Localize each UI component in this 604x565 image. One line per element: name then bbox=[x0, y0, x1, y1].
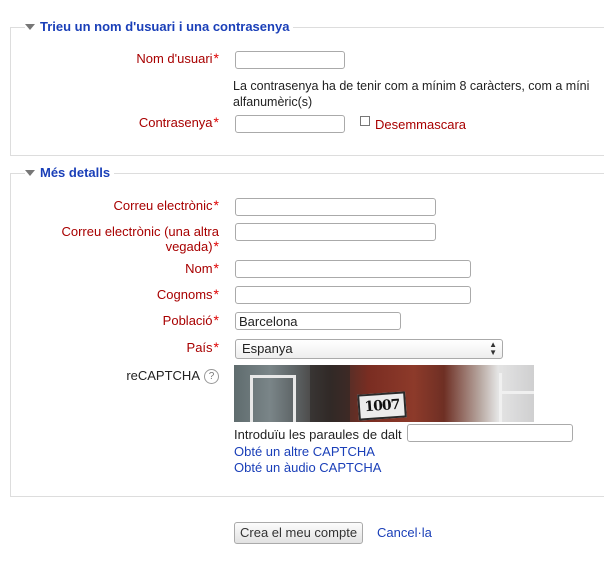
captcha-input[interactable] bbox=[407, 424, 573, 442]
legend-login-text: Trieu un nom d'usuari i una contrasenya bbox=[40, 19, 290, 34]
lastname-label-text: Cognoms bbox=[156, 287, 213, 302]
audio-captcha-link[interactable]: Obté un àudio CAPTCHA bbox=[234, 460, 381, 475]
country-select[interactable]: Espanya ▲ ▼ bbox=[235, 339, 503, 359]
create-account-button[interactable]: Crea el meu compte bbox=[234, 522, 364, 544]
password-label-text: Contrasenya bbox=[138, 115, 213, 130]
lastname-label: Cognoms* bbox=[156, 286, 219, 303]
email2-input[interactable] bbox=[235, 223, 436, 241]
password-policy-line1: La contrasenya ha de tenir com a mínim 8… bbox=[233, 79, 590, 93]
recaptcha-label-text: reCAPTCHA bbox=[126, 368, 200, 383]
password-policy-line2: alfanumèric(s) bbox=[233, 95, 313, 109]
help-icon[interactable]: ? bbox=[204, 369, 219, 385]
cancel-link[interactable]: Cancel·la bbox=[377, 525, 432, 540]
password-policy-note: La contrasenya ha de tenir com a mínim 8… bbox=[233, 78, 589, 110]
country-label-text: País bbox=[186, 340, 213, 355]
select-updown-arrows-icon: ▲ ▼ bbox=[489, 340, 497, 357]
lastname-input[interactable] bbox=[235, 286, 471, 304]
email-input[interactable] bbox=[235, 198, 436, 216]
captcha-shadow-shape bbox=[310, 365, 350, 422]
captcha-window-shape bbox=[499, 373, 534, 422]
firstname-label: Nom* bbox=[185, 260, 219, 277]
required-star-icon: * bbox=[213, 50, 219, 66]
country-label: País* bbox=[186, 339, 219, 356]
required-star-icon: * bbox=[213, 286, 219, 302]
required-star-icon: * bbox=[213, 114, 219, 130]
recaptcha-label: reCAPTCHA? bbox=[126, 368, 219, 385]
required-star-icon: * bbox=[213, 339, 219, 355]
firstname-label-text: Nom bbox=[185, 261, 213, 276]
email-label: Correu electrònic* bbox=[113, 197, 219, 214]
city-label-text: Població bbox=[162, 313, 213, 328]
email2-label-line1: Correu electrònic (una altra bbox=[61, 224, 219, 239]
email-label-text: Correu electrònic bbox=[113, 198, 213, 213]
required-star-icon: * bbox=[213, 260, 219, 276]
legend-details[interactable]: Més detalls bbox=[25, 165, 115, 181]
captcha-window-shape bbox=[250, 375, 296, 422]
email2-label-line2: vegada) bbox=[165, 239, 213, 254]
collapse-triangle-icon[interactable] bbox=[25, 24, 35, 30]
password-input[interactable] bbox=[235, 115, 345, 133]
unmask-label[interactable]: Desemmascara bbox=[375, 117, 466, 132]
legend-login[interactable]: Trieu un nom d'usuari i una contrasenya bbox=[25, 19, 294, 35]
password-label: Contrasenya* bbox=[138, 114, 219, 131]
username-label-text: Nom d'usuari bbox=[136, 51, 213, 66]
required-star-icon: * bbox=[213, 197, 219, 213]
username-label: Nom d'usuari* bbox=[136, 50, 219, 67]
captcha-number-plate: 1007 bbox=[357, 391, 407, 421]
username-input[interactable] bbox=[235, 51, 345, 69]
city-input[interactable] bbox=[235, 312, 401, 330]
country-select-value: Espanya bbox=[242, 341, 293, 356]
unmask-checkbox[interactable] bbox=[360, 116, 370, 126]
captcha-prompt: Introduïu les paraules de dalt bbox=[234, 427, 402, 442]
another-captcha-link[interactable]: Obté un altre CAPTCHA bbox=[234, 444, 375, 459]
required-star-icon: * bbox=[213, 238, 219, 254]
firstname-input[interactable] bbox=[235, 260, 471, 278]
city-label: Població* bbox=[162, 312, 219, 329]
captcha-image: 1007 bbox=[234, 365, 534, 422]
email2-label: Correu electrònic (una altra vegada)* bbox=[61, 224, 219, 254]
legend-details-text: Més detalls bbox=[40, 165, 111, 180]
required-star-icon: * bbox=[213, 312, 219, 328]
collapse-triangle-icon[interactable] bbox=[25, 170, 35, 176]
